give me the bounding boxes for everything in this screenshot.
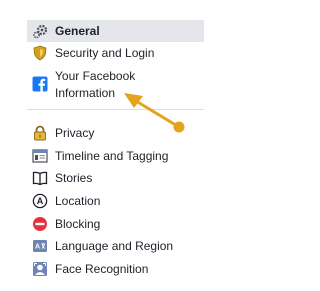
sidebar-item-face-recognition[interactable]: Face Recognition	[27, 258, 204, 280]
sidebar-item-your-facebook-information[interactable]: Your Facebook Information	[27, 65, 204, 101]
sidebar-item-label: Security and Login	[55, 45, 155, 60]
face-recognition-icon	[32, 261, 48, 277]
section-divider	[27, 109, 204, 110]
sidebar-item-security[interactable]: Security and Login	[27, 42, 204, 64]
sidebar-item-label: Stories	[55, 170, 93, 185]
svg-text:A: A	[37, 196, 44, 206]
sidebar-item-label: Blocking	[55, 216, 101, 231]
language-icon: A	[32, 238, 48, 254]
lock-icon	[32, 125, 48, 141]
timeline-icon	[32, 148, 48, 164]
sidebar-item-general[interactable]: General	[27, 20, 204, 42]
sidebar-item-label: Language and Region	[55, 238, 174, 253]
location-icon: A	[32, 193, 48, 209]
book-icon	[32, 170, 48, 186]
sidebar-item-label: Face Recognition	[55, 261, 149, 276]
sidebar-item-stories[interactable]: Stories	[27, 167, 204, 189]
sidebar-item-location[interactable]: A Location	[27, 190, 204, 212]
gear-icon	[32, 23, 48, 39]
sidebar-item-language-and-region[interactable]: A Language and Region	[27, 235, 204, 257]
sidebar-item-label: Privacy	[55, 125, 95, 140]
sidebar-item-label: General	[55, 23, 100, 38]
sidebar-item-privacy[interactable]: Privacy	[27, 122, 204, 144]
sidebar-item-label: Your Facebook Information	[55, 69, 136, 100]
svg-text:A: A	[35, 244, 40, 251]
sidebar-item-timeline-and-tagging[interactable]: Timeline and Tagging	[27, 145, 204, 167]
sidebar-item-label: Timeline and Tagging	[55, 148, 169, 163]
settings-sidebar: General Security and Login Your Facebook…	[0, 0, 204, 291]
sidebar-item-blocking[interactable]: Blocking	[27, 213, 204, 235]
facebook-icon	[32, 76, 48, 92]
shield-icon	[32, 45, 48, 61]
sidebar-item-label: Location	[55, 193, 101, 208]
blocking-icon	[32, 216, 48, 232]
